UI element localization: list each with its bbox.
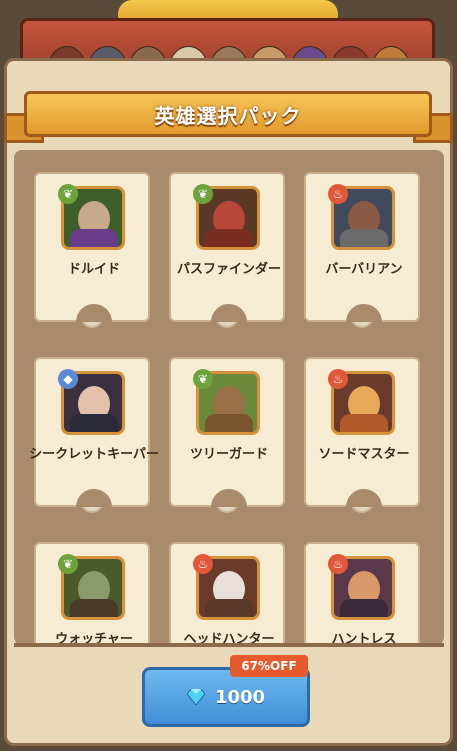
card-notch bbox=[346, 304, 382, 322]
card-notch bbox=[346, 489, 382, 507]
hero-name: パスファインダー bbox=[176, 262, 281, 277]
hero-body bbox=[205, 229, 253, 247]
leaf-icon: ❦ bbox=[58, 184, 78, 204]
card-notch bbox=[76, 304, 112, 322]
hero-card[interactable]: ❦ パスファインダー bbox=[169, 172, 285, 328]
hero-card[interactable]: ♨ ソードマスター bbox=[304, 357, 420, 513]
hero-card[interactable]: ♨ ヘッドハンター bbox=[169, 542, 285, 645]
flame-icon: ♨ bbox=[328, 369, 348, 389]
hero-body bbox=[340, 599, 388, 617]
hero-body bbox=[205, 599, 253, 617]
flame-icon: ♨ bbox=[328, 184, 348, 204]
page-title: 英雄選択パック bbox=[154, 103, 302, 128]
hero-body bbox=[340, 414, 388, 432]
hero-name: シークレットキーパー bbox=[29, 447, 159, 462]
price-label: 1000 bbox=[214, 686, 266, 708]
card-notch bbox=[76, 489, 112, 507]
hero-name: ツリーガード bbox=[189, 447, 268, 462]
hero-card[interactable]: ❦ ウォッチャー bbox=[34, 542, 150, 645]
flame-icon: ♨ bbox=[193, 554, 213, 574]
hero-grid[interactable]: ❦ ドルイド ❦ パスファインダー ♨ バーバリアン ◆ シークレットキーパー ❦ ツリーガード ♨… bbox=[14, 150, 444, 645]
hero-body bbox=[70, 599, 118, 617]
gem-icon bbox=[186, 689, 205, 705]
hero-body bbox=[340, 229, 388, 247]
hero-body bbox=[70, 414, 118, 432]
discount-badge: 67%OFF bbox=[230, 655, 308, 677]
leaf-icon: ❦ bbox=[193, 369, 213, 389]
hero-name: ソードマスター bbox=[318, 447, 410, 462]
grid-bottom-edge bbox=[14, 643, 444, 647]
title-banner: 英雄選択パック bbox=[24, 91, 432, 137]
shield-icon: ◆ bbox=[58, 369, 78, 389]
hero-card[interactable]: ❦ ツリーガード bbox=[169, 357, 285, 513]
hero-body bbox=[205, 414, 253, 432]
leaf-icon: ❦ bbox=[193, 184, 213, 204]
hero-card[interactable]: ❦ ドルイド bbox=[34, 172, 150, 328]
card-notch bbox=[211, 489, 247, 507]
flame-icon: ♨ bbox=[328, 554, 348, 574]
card-notch bbox=[211, 304, 247, 322]
hero-name: ドルイド bbox=[67, 262, 120, 277]
leaf-icon: ❦ bbox=[58, 554, 78, 574]
hero-body bbox=[70, 229, 118, 247]
hero-card[interactable]: ♨ バーバリアン bbox=[304, 172, 420, 328]
hero-card[interactable]: ◆ シークレットキーパー bbox=[29, 357, 159, 513]
hero-card[interactable]: ♨ ハントレス bbox=[304, 542, 420, 645]
hero-name: バーバリアン bbox=[325, 262, 403, 277]
